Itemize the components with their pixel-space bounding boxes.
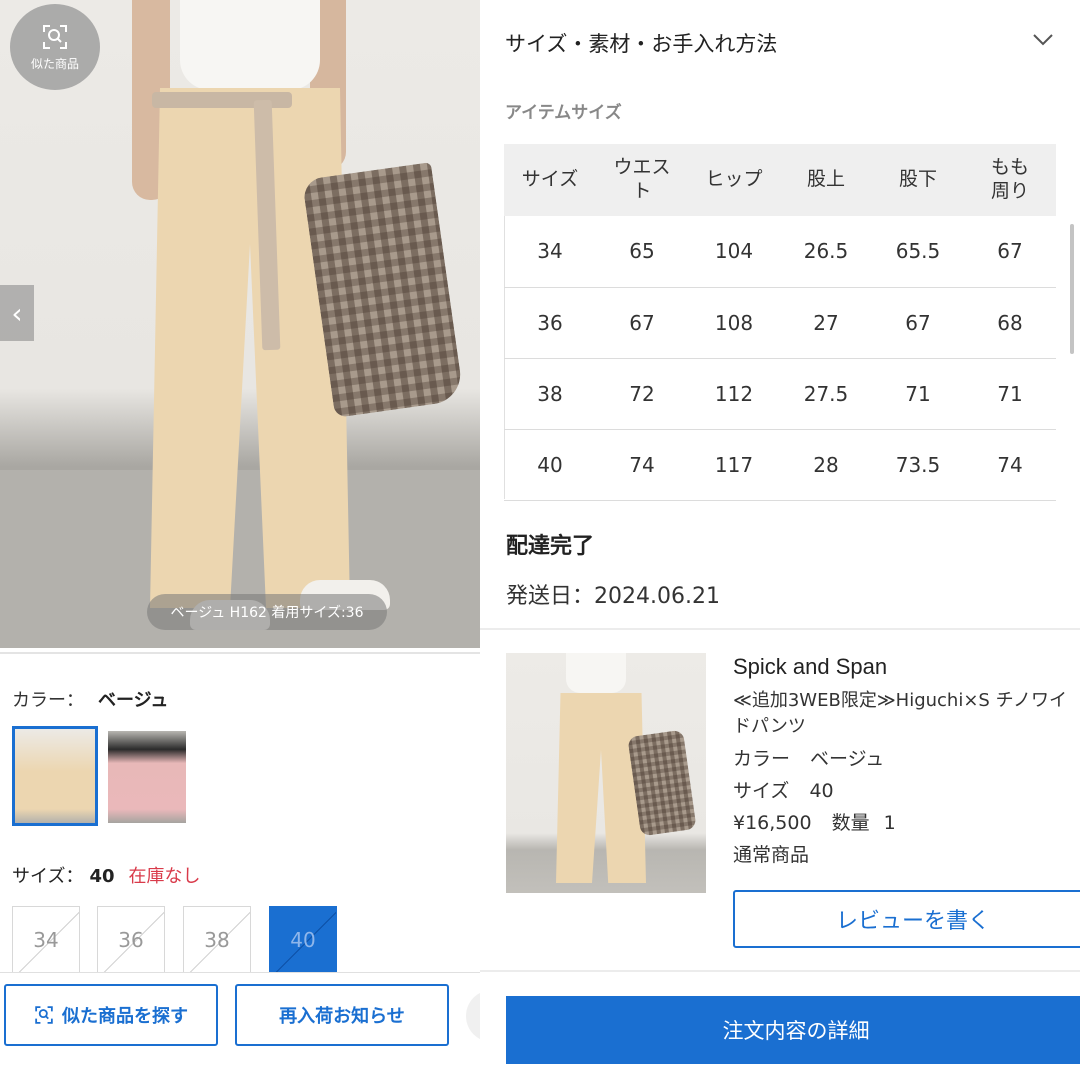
table-cell: 117 xyxy=(688,429,780,501)
table-cell: 71 xyxy=(872,358,964,430)
table-cell: 27 xyxy=(780,287,872,359)
table-cell: 71 xyxy=(964,358,1056,430)
order-pane: サイズ・素材・お手入れ方法 アイテムサイズ サイズ ウエスト ヒップ 股上 股下… xyxy=(480,0,1080,1080)
header-waist: ウエスト xyxy=(596,144,688,216)
size-option-38[interactable]: 38 xyxy=(183,906,251,974)
size-option-36[interactable]: 36 xyxy=(97,906,165,974)
accordion-title[interactable]: サイズ・素材・お手入れ方法 xyxy=(505,28,777,58)
header-thigh: もも 周り xyxy=(964,144,1056,216)
color-value: ベージュ xyxy=(810,748,885,770)
table-row: 34 65 104 26.5 65.5 67 xyxy=(504,216,1056,288)
divider xyxy=(480,970,1080,972)
order-item-color: カラー ベージュ xyxy=(733,744,884,771)
chevron-down-icon[interactable] xyxy=(1030,26,1056,52)
find-similar-label: 似た商品を探す xyxy=(62,1006,188,1027)
find-similar-button[interactable]: 似た商品を探す xyxy=(4,984,218,1046)
table-cell: 72 xyxy=(596,358,688,430)
delivery-status: 配達完了 xyxy=(506,534,595,559)
order-item-image[interactable] xyxy=(506,653,706,893)
table-cell: 34 xyxy=(504,216,596,288)
header-rise: 股上 xyxy=(780,144,872,216)
restock-notify-button[interactable]: 再入荷お知らせ xyxy=(235,984,449,1046)
chevron-left-icon: ‹ xyxy=(11,296,23,330)
table-cell: 27.5 xyxy=(780,358,872,430)
table-cell: 67 xyxy=(964,216,1056,288)
order-item-name[interactable]: ≪追加3WEB限定≫Higuchi×S チノワイドパンツ xyxy=(733,688,1080,740)
order-item-brand: Spick and Span xyxy=(733,654,888,679)
order-details-button[interactable]: 注文内容の詳細 xyxy=(506,996,1080,1064)
photo-shirt xyxy=(180,0,320,90)
size-option-34[interactable]: 34 xyxy=(12,906,80,974)
table-cell: 26.5 xyxy=(780,216,872,288)
table-cell: 74 xyxy=(964,429,1056,501)
size-option-40[interactable]: 40 xyxy=(269,906,337,974)
table-header-row: サイズ ウエスト ヒップ 股上 股下 もも 周り xyxy=(504,144,1056,216)
size-row: サイズ： 40 在庫なし xyxy=(12,862,201,888)
size-value: 40 xyxy=(89,866,115,887)
size-label: サイズ xyxy=(733,780,790,802)
color-swatch-beige[interactable] xyxy=(12,726,98,826)
size-table: サイズ ウエスト ヒップ 股上 股下 もも 周り 34 65 104 26.5 6… xyxy=(504,144,1056,501)
image-search-icon xyxy=(43,24,67,49)
table-cell: 65 xyxy=(596,216,688,288)
divider xyxy=(480,628,1080,630)
table-cell: 67 xyxy=(596,287,688,359)
order-item-type: 通常商品 xyxy=(733,844,810,866)
table-cell: 104 xyxy=(688,216,780,288)
stock-status: 在庫なし xyxy=(128,866,201,887)
price: ¥16,500 xyxy=(733,812,812,834)
order-item-size: サイズ 40 xyxy=(733,776,834,803)
image-search-icon xyxy=(35,1006,53,1024)
table-cell: 73.5 xyxy=(872,429,964,501)
size-label: サイズ： xyxy=(12,866,84,887)
table-cell: 40 xyxy=(504,429,596,501)
table-cell: 112 xyxy=(688,358,780,430)
table-cell: 65.5 xyxy=(872,216,964,288)
order-item-price-qty: ¥16,500 数量 1 xyxy=(733,808,896,835)
size-value: 40 xyxy=(809,780,834,802)
header-size: サイズ xyxy=(504,144,596,216)
table-cell: 36 xyxy=(504,287,596,359)
similar-items-badge[interactable]: 似た商品 xyxy=(10,4,100,90)
color-swatch-pink[interactable] xyxy=(108,731,186,823)
color-label: カラー xyxy=(733,748,791,770)
qty-label: 数量 xyxy=(831,812,870,834)
restock-notify-label: 再入荷お知らせ xyxy=(279,1006,405,1027)
photo-caption: ベージュ H162 着用サイズ:36 xyxy=(147,594,387,630)
similar-items-label: 似た商品 xyxy=(30,56,79,71)
color-label: カラー： xyxy=(12,690,84,711)
table-cell: 67 xyxy=(872,287,964,359)
prev-image-button[interactable]: ‹ xyxy=(0,285,34,341)
product-pane: 似た商品 ‹ ベージュ H162 着用サイズ:36 カラー： ベージュ サイズ： 4… xyxy=(0,0,494,1080)
write-review-button[interactable]: レビューを書く xyxy=(733,890,1080,948)
table-cell: 108 xyxy=(688,287,780,359)
scrollbar[interactable] xyxy=(1070,224,1074,354)
item-size-heading: アイテムサイズ xyxy=(505,103,622,123)
qty-value: 1 xyxy=(883,812,896,834)
header-hip: ヒップ xyxy=(688,144,780,216)
header-inseam: 股下 xyxy=(872,144,964,216)
ship-date: 発送日：2024.06.21 xyxy=(506,584,720,609)
table-row: 36 67 108 27 67 68 xyxy=(504,287,1056,359)
divider xyxy=(0,652,480,654)
table-row: 40 74 117 28 73.5 74 xyxy=(504,429,1056,501)
table-cell: 68 xyxy=(964,287,1056,359)
table-cell: 38 xyxy=(504,358,596,430)
color-row: カラー： ベージュ xyxy=(12,686,168,712)
product-photo[interactable]: 似た商品 ‹ ベージュ H162 着用サイズ:36 xyxy=(0,0,480,648)
table-cell: 28 xyxy=(780,429,872,501)
table-row: 38 72 112 27.5 71 71 xyxy=(504,358,1056,430)
table-cell: 74 xyxy=(596,429,688,501)
color-value: ベージュ xyxy=(98,690,169,711)
